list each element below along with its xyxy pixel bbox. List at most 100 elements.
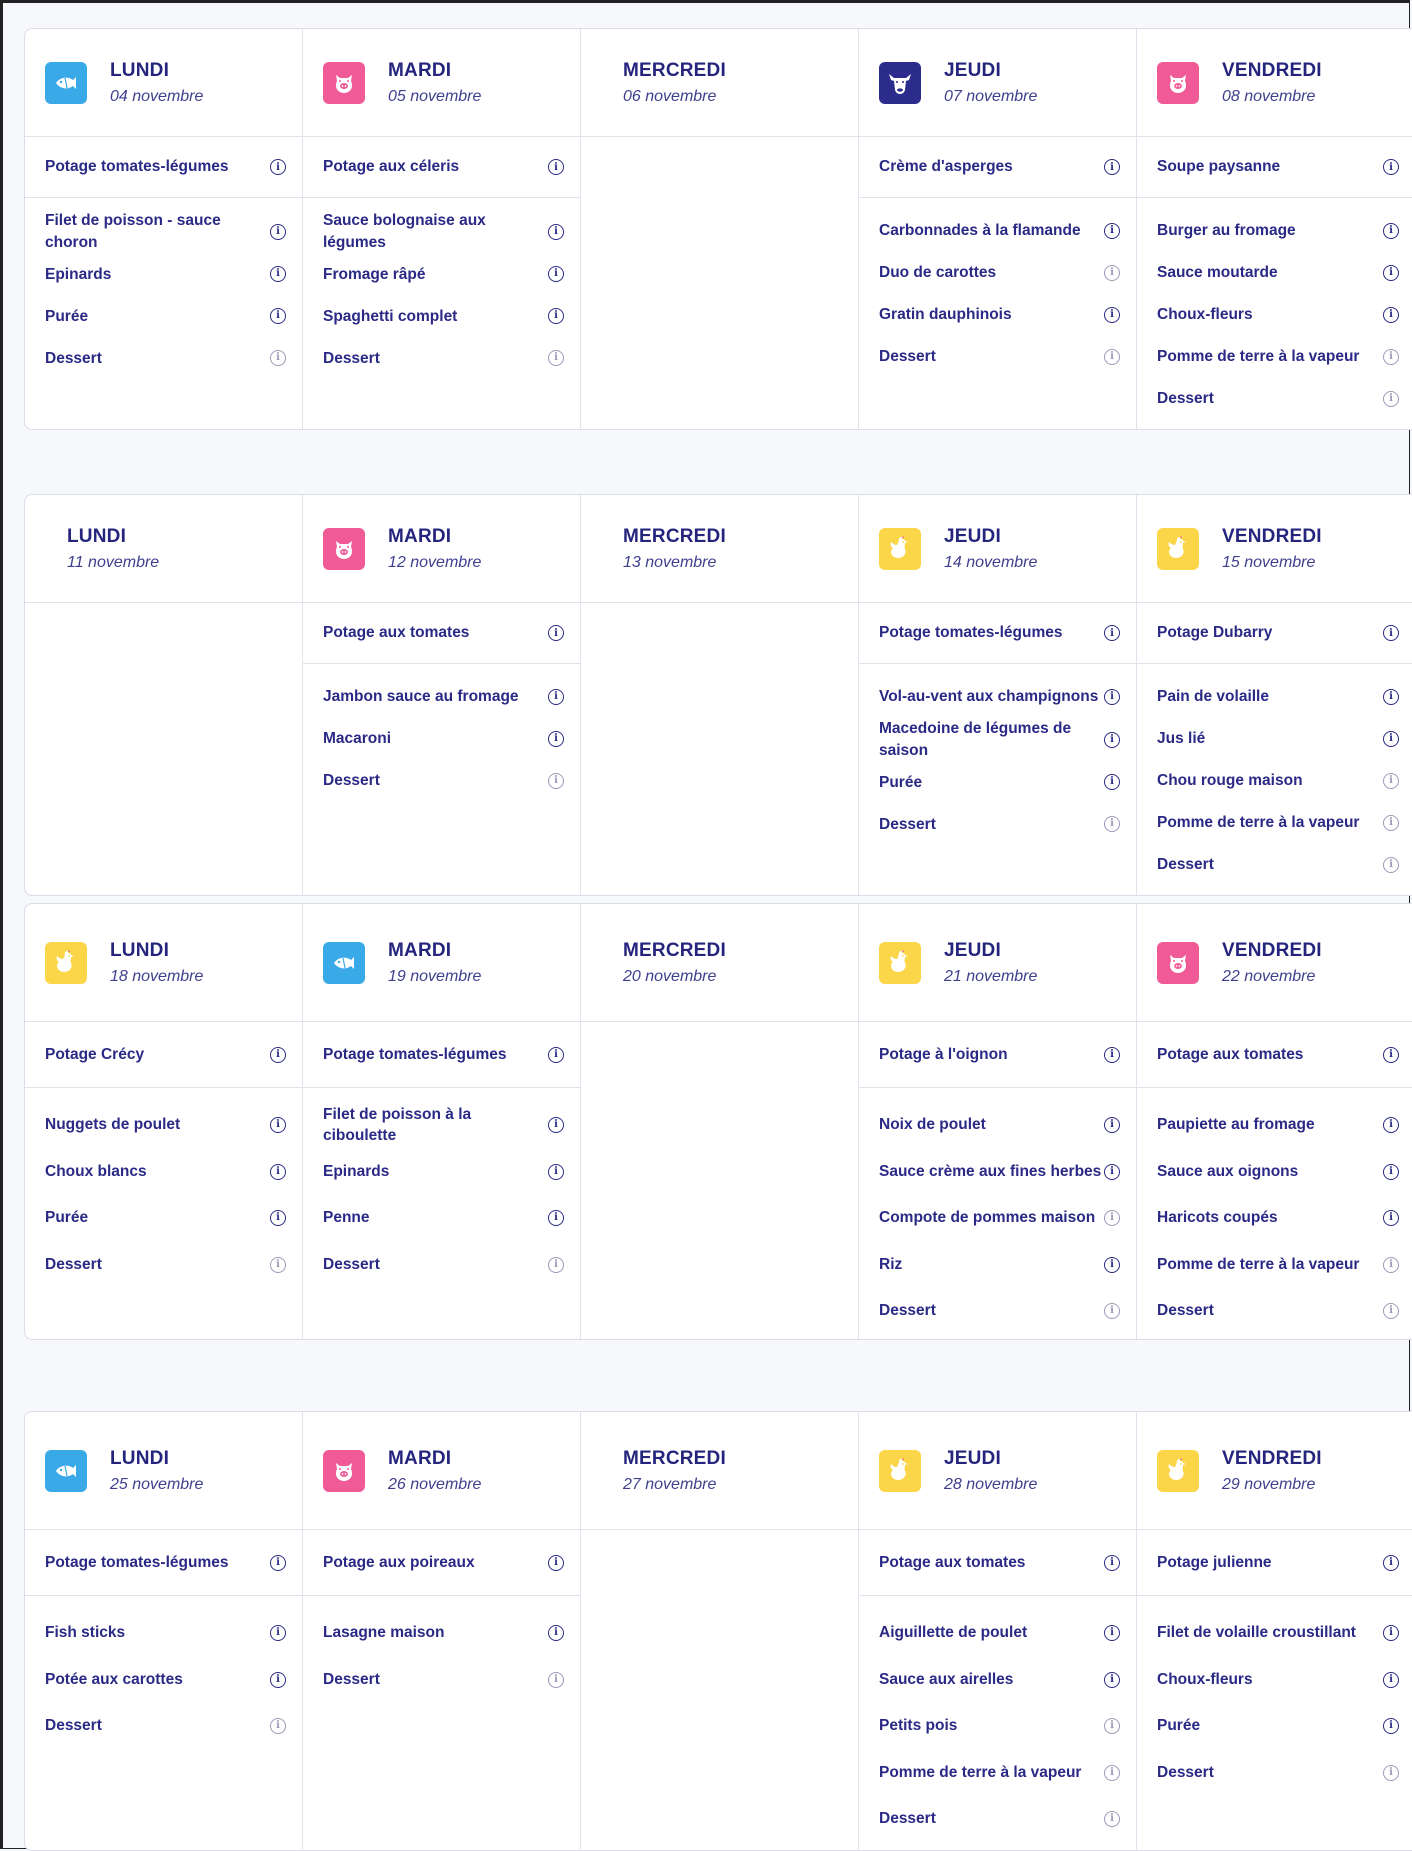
soup-row: Potage aux poireaux [303, 1530, 580, 1596]
info-icon[interactable] [1383, 1671, 1399, 1688]
info-icon[interactable] [1104, 1764, 1120, 1781]
info-icon[interactable] [548, 308, 564, 325]
info-icon[interactable] [1104, 349, 1120, 365]
info-icon[interactable] [270, 1117, 286, 1134]
day-title: VENDREDI 22 novembre [1222, 940, 1322, 986]
info-icon[interactable] [1383, 689, 1399, 705]
info-icon[interactable] [1383, 1554, 1399, 1571]
info-icon[interactable] [1104, 1671, 1120, 1688]
info-icon[interactable] [548, 350, 564, 367]
info-icon[interactable] [1383, 1256, 1399, 1273]
info-icon[interactable] [270, 1625, 286, 1642]
info-icon[interactable] [1104, 265, 1120, 281]
info-icon[interactable] [1104, 1117, 1120, 1134]
info-icon[interactable] [1383, 349, 1399, 365]
day-header: LUNDI 11 novembre [25, 495, 302, 603]
info-icon[interactable] [1104, 1718, 1120, 1735]
info-icon[interactable] [1104, 689, 1120, 705]
info-icon[interactable] [548, 223, 564, 240]
info-icon[interactable] [1104, 1303, 1120, 1320]
info-icon[interactable] [270, 159, 286, 175]
info-icon[interactable] [1104, 1554, 1120, 1571]
dish-item: Sauce aux oignons [1157, 1149, 1399, 1196]
dish-label: Dessert [1157, 1763, 1214, 1781]
day-date: 14 novembre [944, 553, 1038, 571]
info-icon[interactable] [270, 223, 286, 240]
day-title: VENDREDI 15 novembre [1222, 526, 1322, 572]
dish-list: Burger au fromage Sauce moutarde Choux-fle… [1137, 198, 1412, 420]
info-icon[interactable] [1104, 307, 1120, 323]
info-icon[interactable] [270, 350, 286, 367]
info-icon[interactable] [548, 731, 564, 747]
info-icon[interactable] [1104, 1625, 1120, 1642]
info-icon[interactable] [1104, 625, 1120, 641]
info-icon[interactable] [270, 1163, 286, 1180]
soup-label: Soupe paysanne [1157, 158, 1281, 175]
info-icon[interactable] [1104, 1256, 1120, 1273]
info-icon[interactable] [1383, 1163, 1399, 1180]
info-icon[interactable] [270, 1210, 286, 1227]
dish-label: Dessert [879, 1302, 936, 1320]
info-icon[interactable] [1104, 1210, 1120, 1227]
info-icon[interactable] [548, 1671, 564, 1688]
dish-label: Pomme de terre à la vapeur [1157, 814, 1360, 832]
info-icon[interactable] [1383, 815, 1399, 831]
info-icon[interactable] [1383, 265, 1399, 281]
dish-item: Gratin dauphinois [879, 294, 1120, 336]
info-icon[interactable] [270, 1256, 286, 1273]
info-icon[interactable] [548, 1117, 564, 1134]
info-icon[interactable] [1383, 1210, 1399, 1227]
info-icon[interactable] [548, 1256, 564, 1273]
day-title: LUNDI 11 novembre [67, 526, 159, 572]
day-name: JEUDI [944, 1447, 1001, 1469]
info-icon[interactable] [1383, 773, 1399, 789]
info-icon[interactable] [1383, 625, 1399, 641]
soup-row: Potage Dubarry [1137, 603, 1412, 664]
info-icon[interactable] [1104, 223, 1120, 239]
info-icon[interactable] [1383, 731, 1399, 747]
info-icon[interactable] [548, 1625, 564, 1642]
info-icon[interactable] [548, 773, 564, 789]
info-icon[interactable] [270, 1718, 286, 1735]
info-icon[interactable] [548, 1554, 564, 1571]
info-icon[interactable] [1104, 774, 1120, 791]
info-icon[interactable] [1104, 1163, 1120, 1180]
soup-label: Potage aux poireaux [323, 1553, 475, 1571]
info-icon[interactable] [1383, 1046, 1399, 1063]
day-header: MERCREDI 06 novembre [581, 29, 858, 137]
dish-label: Macedoine de légumes de saison [879, 720, 1072, 759]
info-icon[interactable] [1383, 1303, 1399, 1320]
info-icon[interactable] [1383, 857, 1399, 873]
info-icon[interactable] [1383, 1764, 1399, 1781]
day-header: MARDI 05 novembre [303, 29, 580, 137]
info-icon[interactable] [1383, 1117, 1399, 1134]
info-icon[interactable] [270, 1046, 286, 1063]
info-icon[interactable] [270, 308, 286, 325]
dish-item: Purée [1157, 1703, 1399, 1750]
dish-label: Purée [879, 773, 923, 791]
info-icon[interactable] [548, 266, 564, 283]
info-icon[interactable] [1383, 391, 1399, 407]
info-icon[interactable] [1104, 1811, 1120, 1828]
info-icon[interactable] [548, 1046, 564, 1063]
info-icon[interactable] [1383, 307, 1399, 323]
info-icon[interactable] [1104, 816, 1120, 833]
info-icon[interactable] [548, 1210, 564, 1227]
info-icon[interactable] [548, 1163, 564, 1180]
info-icon[interactable] [548, 159, 564, 175]
info-icon[interactable] [1104, 731, 1120, 748]
info-icon[interactable] [1104, 159, 1120, 175]
info-icon[interactable] [548, 689, 564, 705]
info-icon[interactable] [270, 1554, 286, 1571]
dish-item: Dessert [45, 1703, 286, 1750]
info-icon[interactable] [270, 1671, 286, 1688]
info-icon[interactable] [1383, 1718, 1399, 1735]
info-icon[interactable] [548, 625, 564, 641]
info-icon[interactable] [270, 266, 286, 283]
info-icon[interactable] [1104, 1046, 1120, 1063]
week-2: LUNDI 11 novembre MARDI 12 novembre Potage a… [24, 494, 1412, 896]
info-icon[interactable] [1383, 159, 1399, 175]
info-icon[interactable] [1383, 1625, 1399, 1642]
info-icon[interactable] [1383, 223, 1399, 239]
day-column-vendredi: VENDREDI 08 novembre Soupe paysanne Burger … [1137, 29, 1412, 429]
